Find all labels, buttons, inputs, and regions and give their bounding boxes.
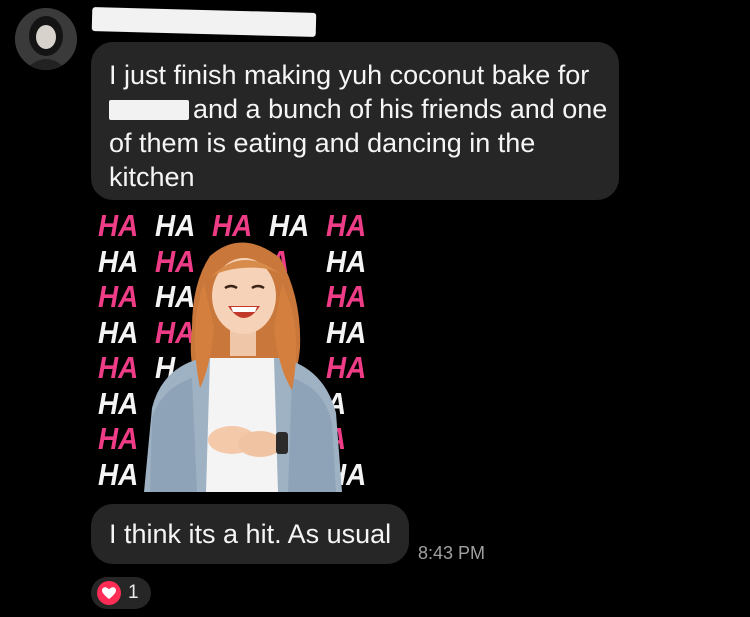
redacted-name <box>109 100 189 120</box>
redacted-sender-name <box>91 7 317 37</box>
contact-avatar[interactable] <box>15 8 77 70</box>
reaction-pill[interactable]: 1 <box>91 577 151 609</box>
message-timestamp: 8:43 PM <box>418 543 486 563</box>
heart-icon <box>97 581 121 605</box>
laughing-girl-image <box>144 242 342 492</box>
reaction-count: 1 <box>128 582 139 603</box>
message-bubble[interactable]: I just finish making yuh coconut bake fo… <box>91 42 619 200</box>
message-bubble[interactable]: I think its a hit. As usual <box>91 504 409 564</box>
message-text: I think its a hit. As usual <box>109 519 392 549</box>
message-text: I just finish making yuh coconut bake fo… <box>109 60 590 90</box>
laughing-sticker[interactable]: HAHAHAHAHAHAHAHAHAHAHAHAHAHAHAHAHAHHAHAA… <box>92 208 370 492</box>
